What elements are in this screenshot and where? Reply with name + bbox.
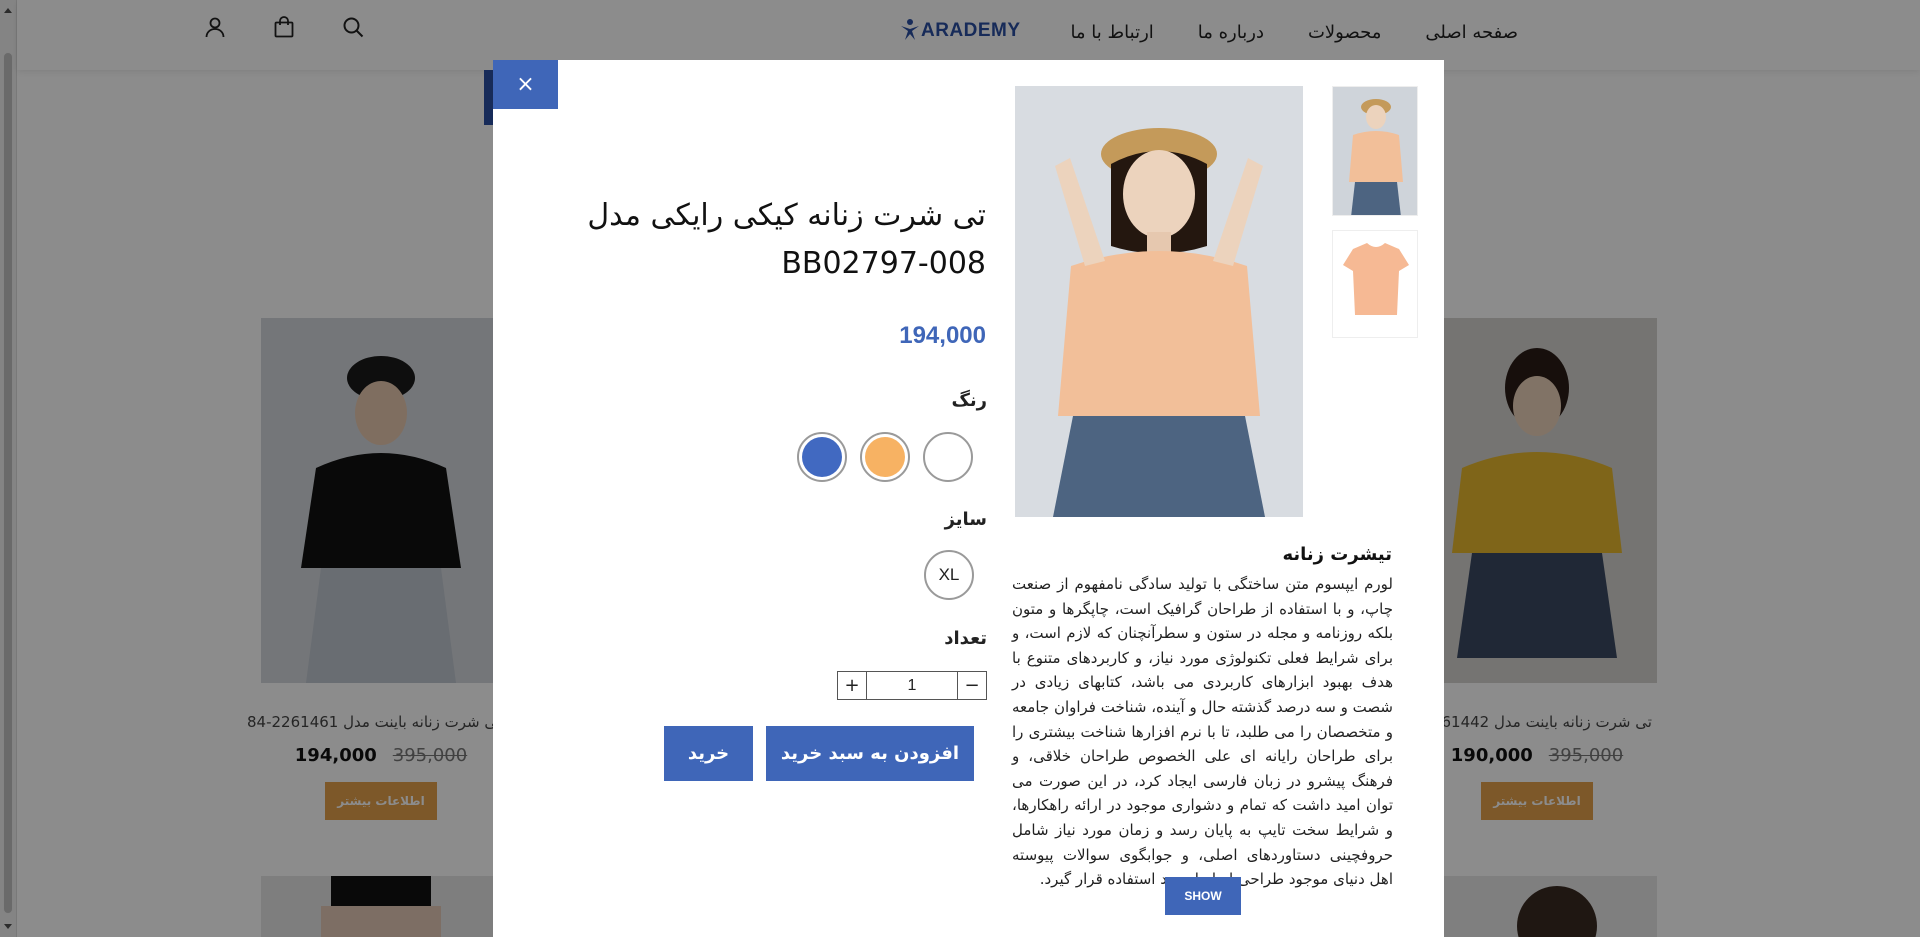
close-icon: × xyxy=(516,72,535,97)
quantity-decrease-button[interactable]: − xyxy=(958,672,986,699)
quantity-stepper: + 1 − xyxy=(837,671,987,700)
add-to-cart-button[interactable]: افزودن به سبد خرید xyxy=(766,726,974,781)
color-swatch-blue[interactable] xyxy=(797,432,847,482)
color-swatch-white[interactable] xyxy=(923,432,973,482)
product-description: لورم ایپسوم متن ساختگی با تولید سادگی نا… xyxy=(1012,575,1393,889)
close-button[interactable]: × xyxy=(493,60,558,109)
color-label: رنگ xyxy=(951,390,987,411)
size-label: سایز xyxy=(944,509,987,530)
buy-button[interactable]: خرید xyxy=(664,726,753,781)
product-title: تی شرت زنانه کیکی رایکی مدل BB02797-008 xyxy=(587,198,986,281)
product-main-image[interactable] xyxy=(1015,86,1303,517)
quantity-increase-button[interactable]: + xyxy=(838,672,866,699)
color-swatch-orange[interactable] xyxy=(860,432,910,482)
product-price: 194,000 xyxy=(899,322,986,349)
show-more-button[interactable]: SHOW xyxy=(1165,877,1241,915)
product-thumbnail[interactable] xyxy=(1332,230,1418,338)
quantity-input[interactable]: 1 xyxy=(866,672,958,699)
product-thumbnail[interactable] xyxy=(1332,86,1418,216)
description-title: تیشرت زنانه xyxy=(1282,544,1392,565)
quantity-label: تعداد xyxy=(944,628,987,649)
size-option-xl[interactable]: XL xyxy=(924,550,974,600)
